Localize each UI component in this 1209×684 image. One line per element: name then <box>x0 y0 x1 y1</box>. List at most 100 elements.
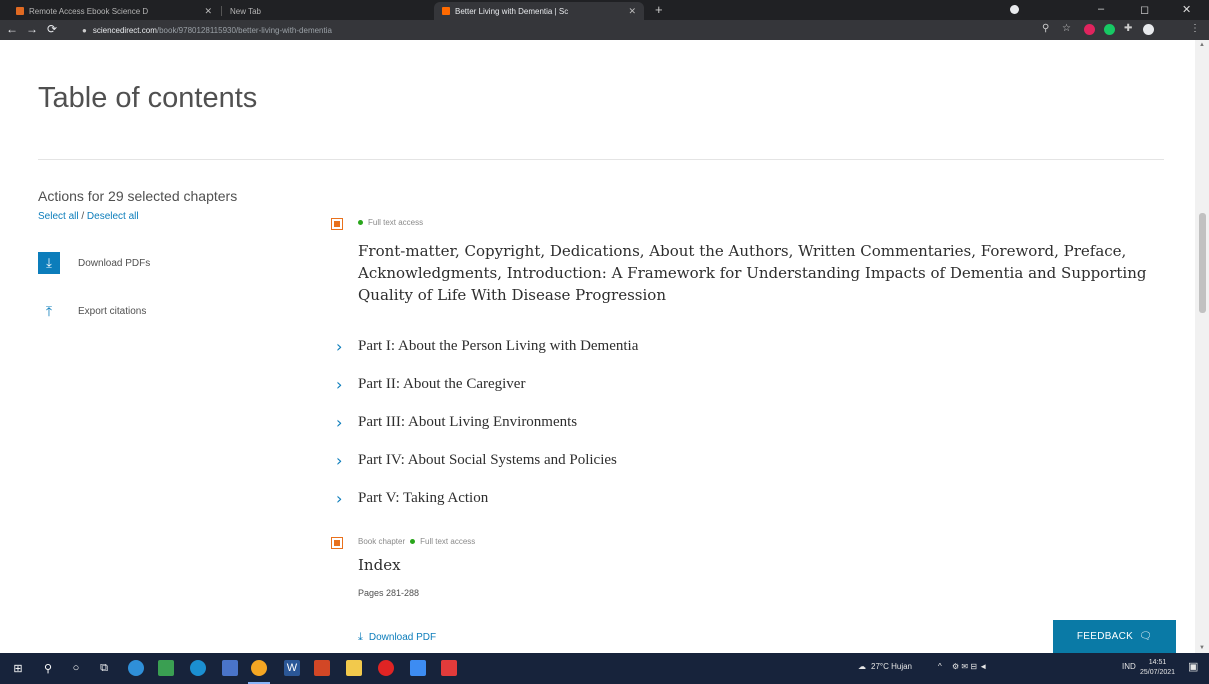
access-line: Book chapter Full text access <box>358 537 475 546</box>
scroll-up-icon[interactable]: ▲ <box>1199 42 1205 48</box>
powerpoint-app-icon[interactable] <box>314 660 330 676</box>
deselect-all-link[interactable]: Deselect all <box>87 211 139 222</box>
extensions-puzzle-icon[interactable]: ✚ <box>1124 23 1132 34</box>
back-button[interactable]: ← <box>6 22 18 36</box>
chapter-pages: Pages 281-288 <box>358 588 420 598</box>
browser-toolbar: ← → ⟳ ● sciencedirect.com /book/97801281… <box>0 20 1209 40</box>
windows-start-icon[interactable]: ⊞ <box>10 660 26 676</box>
chapter-checkbox[interactable] <box>331 537 343 549</box>
word-app-icon[interactable]: W <box>284 660 300 676</box>
weather-text[interactable]: 27°C Hujan <box>871 662 912 671</box>
reload-button[interactable]: ⟳ <box>47 22 57 36</box>
page-title: Table of contents <box>38 82 258 114</box>
task-view-icon[interactable]: ⧉ <box>96 660 112 676</box>
download-icon: ⤓ <box>38 252 60 274</box>
tray-chevron-up-icon[interactable]: ^ <box>938 662 942 671</box>
search-extension-icon[interactable]: ⚲ <box>1042 23 1049 34</box>
part-label: Part II: About the Caregiver <box>358 376 526 392</box>
tray-icons[interactable]: ⚙ ✉ ⊟ ◄ <box>952 662 987 671</box>
menu-kebab-icon[interactable]: ⋮ <box>1190 23 1200 34</box>
avatar[interactable] <box>1143 24 1154 35</box>
notification-icon[interactable]: ▣ <box>1188 660 1198 673</box>
chevron-right-icon: › <box>336 337 343 356</box>
browser-app-icon[interactable] <box>128 660 144 676</box>
actions-heading: Actions for 29 selected chapters <box>38 188 238 204</box>
network-app-icon[interactable] <box>222 660 238 676</box>
chapter-title-link[interactable]: Index <box>358 554 1158 576</box>
chevron-right-icon: › <box>336 489 343 508</box>
page-scrollbar[interactable]: ▲ ▼ <box>1195 40 1209 653</box>
extension-red-icon[interactable] <box>1084 24 1095 35</box>
red-app-icon[interactable] <box>441 660 457 676</box>
part-label: Part III: About Living Environments <box>358 414 578 430</box>
tab-label: Better Living with Dementia | Sc <box>455 6 569 16</box>
part-row[interactable]: › Part II: About the Caregiver <box>336 375 525 394</box>
bookmark-star-icon[interactable]: ☆ <box>1062 23 1071 34</box>
download-icon: ⤓ <box>358 631 363 643</box>
scroll-thumb[interactable] <box>1199 213 1206 313</box>
select-all-link[interactable]: Select all <box>38 211 79 222</box>
chevron-right-icon: › <box>336 451 343 470</box>
maximize-button[interactable]: ◻ <box>1140 3 1149 16</box>
part-row[interactable]: › Part I: About the Person Living with D… <box>336 337 638 356</box>
tab-close-icon[interactable]: ✕ <box>628 6 636 17</box>
download-pdfs-label: Download PDFs <box>78 257 151 269</box>
chapter-checkbox[interactable] <box>331 218 343 230</box>
divider <box>38 159 1164 160</box>
chevron-right-icon: › <box>336 413 343 432</box>
clock-time: 14:51 <box>1148 659 1167 666</box>
part-row[interactable]: › Part V: Taking Action <box>336 489 488 508</box>
tab-label: New Tab <box>230 6 261 16</box>
download-pdf-link[interactable]: ⤓ Download PDF <box>358 631 436 644</box>
access-dot-icon <box>358 220 363 225</box>
cortana-icon[interactable]: ○ <box>68 660 84 676</box>
access-line: Full text access <box>353 218 423 227</box>
access-label: Full text access <box>420 537 476 546</box>
tab-close-icon[interactable]: ✕ <box>204 6 212 17</box>
address-bar[interactable]: ● sciencedirect.com /book/9780128115930/… <box>82 22 1032 38</box>
access-dot-icon <box>410 539 416 544</box>
link-separator: / <box>81 211 85 222</box>
chapter-title-link[interactable]: Front-matter, Copyright, Dedications, Ab… <box>358 240 1158 306</box>
url-host: sciencedirect.com <box>92 25 157 35</box>
search-icon[interactable]: ⚲ <box>40 660 56 676</box>
profile-icon[interactable] <box>1010 5 1019 14</box>
clock-date: 25/07/2021 <box>1140 669 1176 676</box>
language-indicator[interactable]: IND <box>1122 662 1136 671</box>
part-row[interactable]: › Part III: About Living Environments <box>336 413 577 432</box>
close-window-button[interactable]: ✕ <box>1182 3 1191 16</box>
part-label: Part V: Taking Action <box>358 490 489 506</box>
download-pdfs-button[interactable]: ⤓ Download PDFs <box>38 252 150 274</box>
part-row[interactable]: › Part IV: About Social Systems and Poli… <box>336 451 617 470</box>
chapter-type-label: Book chapter <box>358 537 406 546</box>
chat-app-icon[interactable] <box>410 660 426 676</box>
forward-button[interactable]: → <box>26 22 38 36</box>
photos-app-icon[interactable] <box>158 660 174 676</box>
extension-green-icon[interactable] <box>1104 24 1115 35</box>
checkbox-checked-fill <box>334 540 340 546</box>
chevron-right-icon: › <box>336 375 343 394</box>
windows-taskbar: ⊞ ⚲ ○ ⧉ W ☁ 27°C Hujan ^ ⚙ ✉ ⊟ ◄ IND 14:… <box>0 653 1209 684</box>
access-label: Full text access <box>368 218 424 227</box>
chat-bubble-icon: 🗨 <box>1139 631 1153 642</box>
export-citations-label: Export citations <box>78 305 147 317</box>
new-tab-button[interactable]: + <box>655 2 663 17</box>
tab-new-tab[interactable]: New Tab <box>222 2 432 20</box>
remote-access-favicon-icon <box>16 7 24 15</box>
scroll-down-icon[interactable]: ▼ <box>1199 645 1205 651</box>
feedback-button[interactable]: FEEDBACK 🗨 <box>1053 620 1176 653</box>
edge-app-icon[interactable] <box>190 660 206 676</box>
weather-icon[interactable]: ☁ <box>858 662 866 671</box>
chrome-app-icon[interactable] <box>251 660 267 676</box>
minimize-button[interactable]: – <box>1098 3 1104 15</box>
opera-app-icon[interactable] <box>378 660 394 676</box>
part-label: Part IV: About Social Systems and Polici… <box>358 452 617 468</box>
tab-better-living[interactable]: Better Living with Dementia | Sc ✕ <box>434 2 644 20</box>
file-explorer-icon[interactable] <box>346 660 362 676</box>
tab-remote-access[interactable]: Remote Access Ebook Science D ✕ <box>8 2 220 20</box>
export-citations-button[interactable]: ⤒ Export citations <box>38 300 146 322</box>
clock[interactable]: 14:51 25/07/2021 <box>1140 658 1175 678</box>
checkbox-checked-fill <box>334 221 340 227</box>
select-links: Select all / Deselect all <box>38 211 139 222</box>
lock-icon: ● <box>82 25 87 35</box>
